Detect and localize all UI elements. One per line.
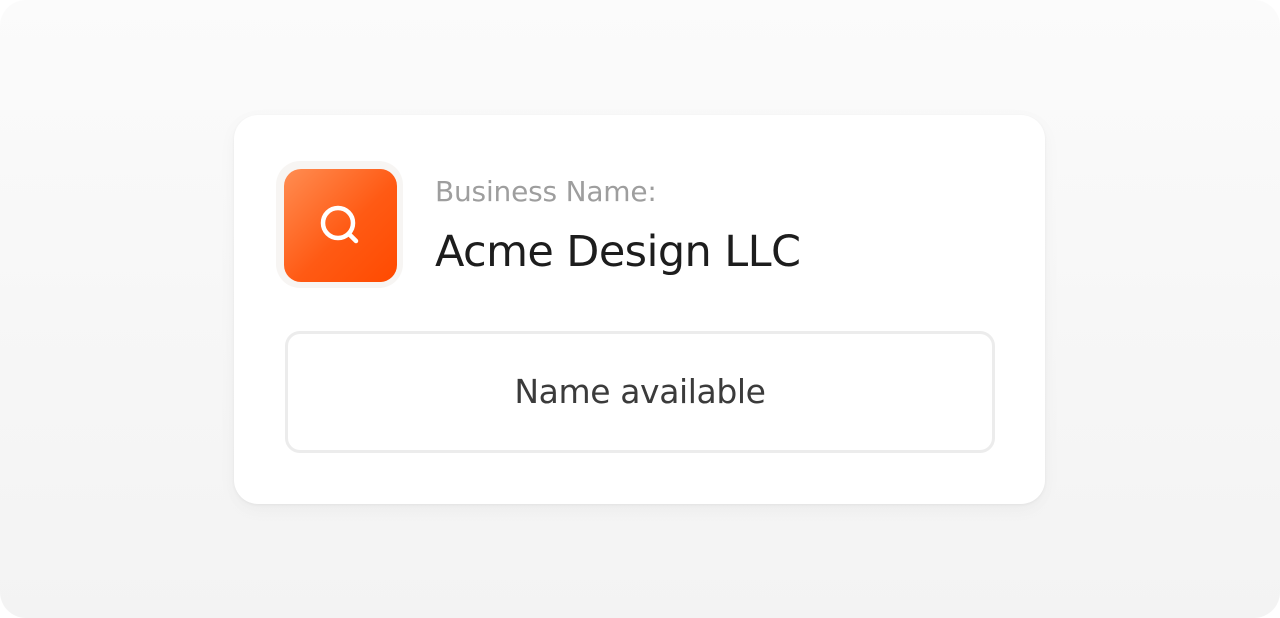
availability-status-box: Name available (285, 331, 995, 453)
app-icon-tile (284, 169, 397, 282)
app-icon-frame (276, 161, 403, 288)
business-name-label: Business Name: (435, 175, 657, 208)
background: Business Name: Acme Design LLC Name avai… (0, 0, 1280, 618)
search-icon (320, 205, 358, 243)
business-name-card: Business Name: Acme Design LLC Name avai… (234, 115, 1045, 504)
business-name-value: Acme Design LLC (435, 227, 801, 277)
availability-status-text: Name available (514, 372, 766, 411)
